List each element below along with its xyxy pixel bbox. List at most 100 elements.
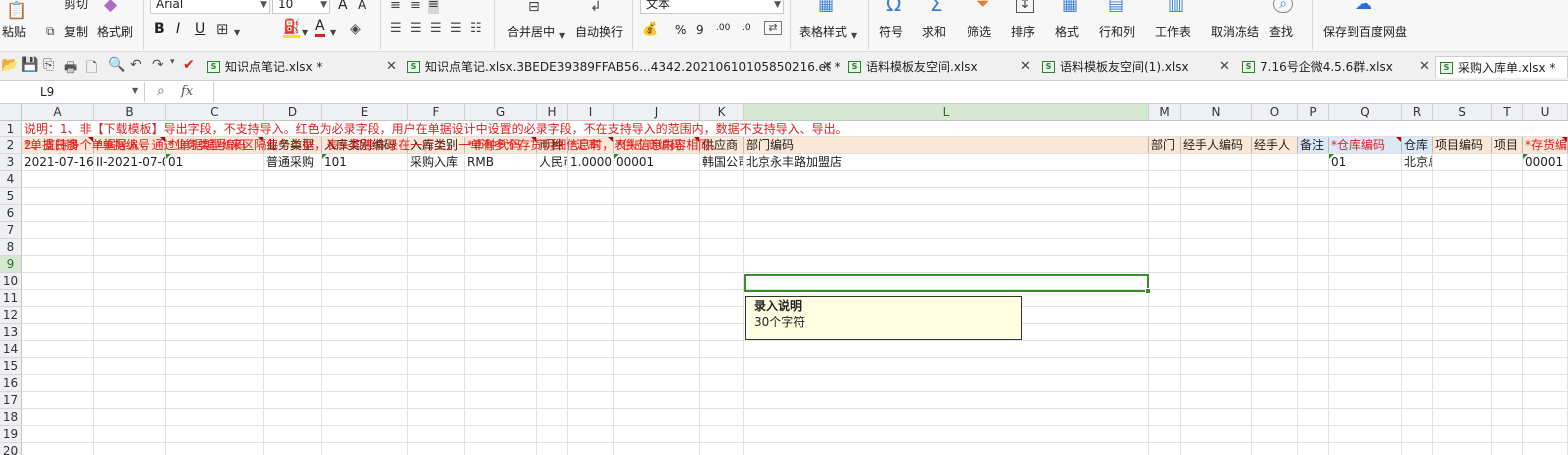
symbol-icon[interactable]: Ω: [886, 0, 901, 14]
cell-H13[interactable]: [537, 324, 568, 341]
cell-M8[interactable]: [1149, 239, 1181, 256]
cell-C13[interactable]: [166, 324, 264, 341]
cell-O8[interactable]: [1252, 239, 1298, 256]
cell-C16[interactable]: [166, 375, 264, 392]
cell-R4[interactable]: [1402, 171, 1433, 188]
paste-icon[interactable]: 📋: [6, 2, 27, 20]
cell-A11[interactable]: [22, 290, 94, 307]
cell-B14[interactable]: [94, 341, 166, 358]
column-header-F[interactable]: F: [408, 104, 465, 121]
copy-button[interactable]: 复制: [64, 23, 88, 40]
cell-J15[interactable]: [614, 358, 700, 375]
cell-F7[interactable]: [408, 222, 465, 239]
column-header-N[interactable]: N: [1181, 104, 1252, 121]
cell-P9[interactable]: [1298, 256, 1329, 273]
cell-H7[interactable]: [537, 222, 568, 239]
row-header-12[interactable]: 12: [0, 307, 22, 324]
chevron-down-icon[interactable]: ▼: [234, 24, 240, 42]
data-cell-K3[interactable]: 韩国公司: [700, 154, 744, 171]
data-cell-I3[interactable]: 1.0000: [568, 154, 614, 171]
row-header-15[interactable]: 15: [0, 358, 22, 375]
cell-I19[interactable]: [568, 426, 614, 443]
data-cell-A3[interactable]: 2021-07-16: [22, 154, 94, 171]
cell-G13[interactable]: [465, 324, 537, 341]
cell-L16[interactable]: [744, 375, 1149, 392]
data-cell-P3[interactable]: [1298, 154, 1329, 171]
cell-I6[interactable]: [568, 205, 614, 222]
cell-H11[interactable]: [537, 290, 568, 307]
cell-S6[interactable]: [1433, 205, 1492, 222]
row-header-8[interactable]: 8: [0, 239, 22, 256]
column-header-A[interactable]: A: [22, 104, 94, 121]
column-header-D[interactable]: D: [264, 104, 322, 121]
cell-C14[interactable]: [166, 341, 264, 358]
cell-K7[interactable]: [700, 222, 744, 239]
cell-Q14[interactable]: [1329, 341, 1402, 358]
cell-G18[interactable]: [465, 409, 537, 426]
cell-N7[interactable]: [1181, 222, 1252, 239]
cell-Q17[interactable]: [1329, 392, 1402, 409]
cell-B5[interactable]: [94, 188, 166, 205]
column-header-M[interactable]: M: [1149, 104, 1181, 121]
pin-icon[interactable]: ✔: [183, 57, 195, 73]
cell-Q11[interactable]: [1329, 290, 1402, 307]
cell-D5[interactable]: [264, 188, 322, 205]
row-header-3[interactable]: 3: [0, 154, 22, 171]
cell-N16[interactable]: [1181, 375, 1252, 392]
cell-F14[interactable]: [408, 341, 465, 358]
cell-D9[interactable]: [264, 256, 322, 273]
decimal-decrease-button[interactable]: .0: [742, 23, 751, 33]
cell-S18[interactable]: [1433, 409, 1492, 426]
cell-K19[interactable]: [700, 426, 744, 443]
column-header-L[interactable]: L: [744, 104, 1149, 121]
filter-icon[interactable]: ⏷: [976, 0, 990, 13]
cell-G12[interactable]: [465, 307, 537, 324]
find-icon[interactable]: ⌕: [1273, 0, 1293, 13]
cell-I15[interactable]: [568, 358, 614, 375]
cell-R13[interactable]: [1402, 324, 1433, 341]
cell-U19[interactable]: [1523, 426, 1568, 443]
cell-P6[interactable]: [1298, 205, 1329, 222]
data-cell-Q3[interactable]: 01: [1329, 154, 1402, 171]
number-format-select[interactable]: 文本 ▼: [640, 0, 784, 14]
cell-S5[interactable]: [1433, 188, 1492, 205]
open-folder-icon[interactable]: 📂: [1, 57, 18, 73]
cell-J5[interactable]: [614, 188, 700, 205]
chevron-down-icon[interactable]: ▼: [302, 24, 308, 42]
data-cell-N3[interactable]: [1181, 154, 1252, 171]
name-box[interactable]: L9: [0, 82, 145, 102]
cell-H6[interactable]: [537, 205, 568, 222]
cell-S19[interactable]: [1433, 426, 1492, 443]
cell-K20[interactable]: [700, 443, 744, 455]
cell-T16[interactable]: [1492, 375, 1523, 392]
cell-E7[interactable]: [322, 222, 408, 239]
cell-G6[interactable]: [465, 205, 537, 222]
cell-I8[interactable]: [568, 239, 614, 256]
cell-P15[interactable]: [1298, 358, 1329, 375]
cell-R7[interactable]: [1402, 222, 1433, 239]
cell-N11[interactable]: [1181, 290, 1252, 307]
cell-U10[interactable]: [1523, 273, 1568, 290]
cell-U6[interactable]: [1523, 205, 1568, 222]
cell-M19[interactable]: [1149, 426, 1181, 443]
cell-I18[interactable]: [568, 409, 614, 426]
cell-B11[interactable]: [94, 290, 166, 307]
cell-G5[interactable]: [465, 188, 537, 205]
cell-L18[interactable]: [744, 409, 1149, 426]
fill-color-icon[interactable]: ⛽: [283, 20, 301, 38]
cell-O7[interactable]: [1252, 222, 1298, 239]
sum-button[interactable]: 求和: [922, 23, 946, 40]
column-header-R[interactable]: R: [1402, 104, 1433, 121]
cell-J4[interactable]: [614, 171, 700, 188]
cell-R17[interactable]: [1402, 392, 1433, 409]
cell-S15[interactable]: [1433, 358, 1492, 375]
cell-J12[interactable]: [614, 307, 700, 324]
chevron-down-icon[interactable]: ▼: [330, 24, 336, 42]
cell-C5[interactable]: [166, 188, 264, 205]
cell-E14[interactable]: [322, 341, 408, 358]
cell-J8[interactable]: [614, 239, 700, 256]
cell-T8[interactable]: [1492, 239, 1523, 256]
cell-J17[interactable]: [614, 392, 700, 409]
cell-R19[interactable]: [1402, 426, 1433, 443]
italic-button[interactable]: I: [176, 21, 180, 37]
